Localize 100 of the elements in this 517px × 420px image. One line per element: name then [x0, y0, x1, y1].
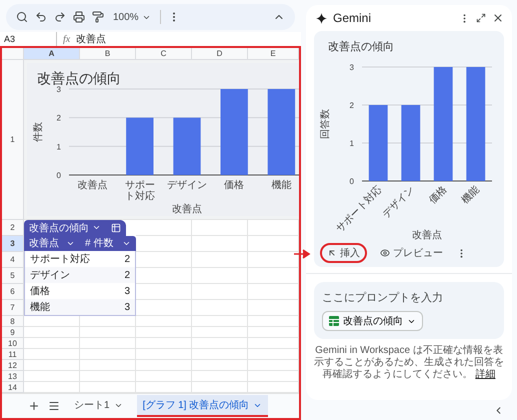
grid-cell[interactable]: [136, 349, 192, 360]
row-header[interactable]: 14: [2, 382, 24, 393]
grid-cell[interactable]: [192, 300, 248, 316]
axis-tick-label: 0: [350, 177, 354, 186]
row-header[interactable]: 7: [2, 300, 24, 316]
row-header[interactable]: 6: [2, 284, 24, 300]
grid-cell[interactable]: [80, 371, 136, 382]
grid-cell[interactable]: [192, 349, 248, 360]
grid-cell[interactable]: [248, 327, 299, 338]
sheet-tab[interactable]: [グラフ 1] 改善点の傾向: [136, 395, 268, 417]
column-header[interactable]: C: [136, 48, 192, 60]
paint-roller-icon[interactable]: [92, 11, 104, 23]
add-sheet-icon[interactable]: [28, 400, 40, 412]
grid-cell[interactable]: [192, 360, 248, 371]
axis-tick-label: 改善点: [78, 180, 108, 191]
prompt-field[interactable]: ここにプロンプトを入力 改善点の傾向: [314, 282, 504, 339]
grid-cell[interactable]: [192, 371, 248, 382]
table-column-header[interactable]: # 件数: [80, 236, 136, 251]
grid-cell[interactable]: [136, 338, 192, 349]
grid-cell[interactable]: [136, 316, 192, 327]
axis-tick-label: 価格: [427, 184, 450, 206]
row-header[interactable]: 11: [2, 349, 24, 360]
axis-tick-label: 1: [350, 139, 354, 148]
row-header[interactable]: 3: [2, 236, 24, 252]
column-header[interactable]: D: [192, 48, 248, 60]
grid-cell[interactable]: [80, 338, 136, 349]
axis-tick-label: 機能: [271, 180, 292, 191]
details-link[interactable]: 詳細: [475, 369, 496, 380]
print-icon[interactable]: [73, 11, 85, 23]
table-cell-text: デザイン: [30, 269, 70, 282]
grid-cell[interactable]: [192, 252, 248, 268]
name-box[interactable]: A3: [4, 34, 50, 44]
grid-cell[interactable]: [80, 349, 136, 360]
grid-cell[interactable]: [136, 327, 192, 338]
chart-bar: [126, 118, 154, 175]
row-header[interactable]: 12: [2, 360, 24, 371]
grid-cell[interactable]: [192, 338, 248, 349]
grid-cell[interactable]: [248, 338, 299, 349]
grid-cell[interactable]: [248, 371, 299, 382]
grid-cell[interactable]: [136, 371, 192, 382]
grid-cell[interactable]: [24, 327, 80, 338]
close-icon[interactable]: [492, 12, 504, 24]
grid-cell[interactable]: [192, 327, 248, 338]
axis-tick-label: デザイン: [167, 180, 207, 191]
grid-cell[interactable]: [248, 349, 299, 360]
grid-cell[interactable]: [24, 349, 80, 360]
arrow-up-left-icon: [327, 248, 337, 258]
row-header[interactable]: 8: [2, 316, 24, 327]
undo-icon[interactable]: [35, 11, 47, 23]
grid-cell[interactable]: [24, 338, 80, 349]
grid-cell[interactable]: [24, 360, 80, 371]
row-header[interactable]: 2: [2, 220, 24, 236]
row-header[interactable]: 9: [2, 327, 24, 338]
menu-icon[interactable]: [48, 400, 60, 412]
preview-button[interactable]: プレビュー: [373, 243, 450, 263]
grid-cell[interactable]: [192, 284, 248, 300]
grid-cell[interactable]: [248, 284, 299, 300]
grid-cell[interactable]: [24, 371, 80, 382]
table-column-header[interactable]: 改善点: [24, 236, 80, 251]
axis-tick-label: 1: [56, 142, 61, 152]
formula-field[interactable]: 改善点: [76, 32, 106, 46]
chart-title: 改善点の傾向: [328, 41, 394, 53]
row-header[interactable]: 1: [2, 60, 24, 220]
table-cell: 2: [124, 254, 130, 264]
corner-cell[interactable]: [2, 48, 24, 60]
grid-cell[interactable]: [248, 316, 299, 327]
row-header[interactable]: 4: [2, 252, 24, 268]
row-header[interactable]: 13: [2, 371, 24, 382]
row-header[interactable]: 10: [2, 338, 24, 349]
grid-cell[interactable]: [136, 360, 192, 371]
table-cell-text: サポート対応: [30, 252, 90, 266]
insert-button[interactable]: 挿入: [320, 243, 367, 263]
grid-cell[interactable]: [192, 236, 248, 252]
file-chip[interactable]: 改善点の傾向: [322, 311, 423, 331]
disclaimer-text: Gemini in Workspace は不正確な情報を表示することがあるため、生成された回答を再確認するようにしてください。 詳細: [314, 345, 504, 381]
grid-cell[interactable]: [80, 360, 136, 371]
grid-cell[interactable]: [248, 300, 299, 316]
column-header[interactable]: E: [248, 48, 299, 60]
sheet-tab[interactable]: シート1: [68, 395, 129, 417]
column-header[interactable]: B: [80, 48, 136, 60]
zoom-dropdown[interactable]: 100%: [111, 12, 153, 22]
table-cell: 3: [124, 302, 130, 312]
row-header[interactable]: 5: [2, 268, 24, 284]
grid-cell[interactable]: [248, 360, 299, 371]
axis-tick-label: 0: [56, 171, 61, 180]
axis-tick-label: 3: [350, 63, 354, 72]
table-name-tab[interactable]: 改善点の傾向: [24, 220, 106, 236]
grid-cell[interactable]: [80, 327, 136, 338]
spreadsheet-icon: [329, 316, 339, 326]
redo-icon[interactable]: [54, 11, 66, 23]
grid-cell[interactable]: [192, 316, 248, 327]
grid-cell[interactable]: [248, 268, 299, 284]
table-cell-text: 機能: [30, 300, 50, 314]
grid-cell[interactable]: [248, 236, 299, 252]
grid-cell[interactable]: [192, 268, 248, 284]
table-cell: 2: [124, 270, 130, 280]
search-icon[interactable]: [16, 11, 28, 23]
axis-title: 回答数: [320, 109, 331, 139]
column-header[interactable]: A: [24, 48, 80, 60]
expand-icon[interactable]: [476, 13, 486, 23]
